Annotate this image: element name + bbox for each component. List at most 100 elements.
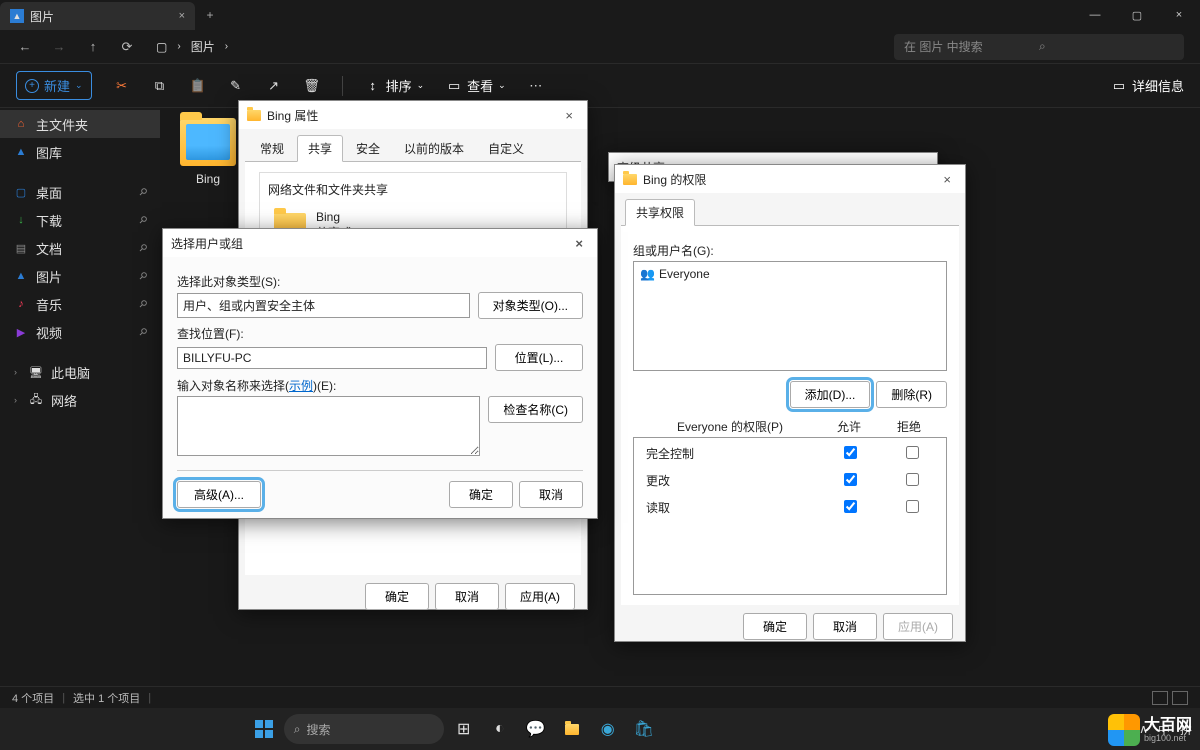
sidebar-item-desktop[interactable]: ▢桌面⚲ (0, 178, 160, 206)
locations-button[interactable]: 位置(L)... (495, 344, 583, 371)
music-icon: ♪ (14, 297, 28, 311)
sidebar-item-downloads[interactable]: ↓下载⚲ (0, 206, 160, 234)
apply-button[interactable]: 应用(A) (883, 613, 953, 640)
tab-custom[interactable]: 自定义 (477, 135, 535, 161)
breadcrumb[interactable]: ▢ › 图片 › (152, 38, 878, 55)
new-tab-button[interactable]: + (195, 0, 225, 30)
tab-general[interactable]: 常规 (249, 135, 295, 161)
sidebar-item-thispc[interactable]: ›🖥此电脑 (0, 358, 160, 386)
sidebar-item-network[interactable]: ›🖧网络 (0, 386, 160, 414)
chat-button[interactable]: 💬 (520, 713, 552, 745)
object-types-button[interactable]: 对象类型(O)... (478, 292, 583, 319)
view-tiles-icon[interactable] (1172, 691, 1188, 705)
allow-read-checkbox[interactable] (844, 500, 857, 513)
deny-change-checkbox[interactable] (906, 473, 919, 486)
chevron-down-icon: ⌄ (75, 80, 83, 91)
user-item-everyone[interactable]: 👥 Everyone (638, 266, 942, 282)
new-button[interactable]: + 新建 ⌄ (16, 71, 92, 100)
deny-full-checkbox[interactable] (906, 446, 919, 459)
delete-icon[interactable]: 🗑 (304, 78, 320, 94)
apply-button[interactable]: 应用(A) (505, 583, 575, 610)
search-input[interactable]: 在 图片 中搜索 ⌕ (894, 34, 1184, 60)
sidebar-item-home[interactable]: ⌂主文件夹 (0, 110, 160, 138)
allow-full-checkbox[interactable] (844, 446, 857, 459)
ok-button[interactable]: 确定 (449, 481, 513, 508)
tray-chevron-icon[interactable]: ∧ (1139, 722, 1148, 736)
view-details-icon[interactable] (1152, 691, 1168, 705)
download-icon: ↓ (14, 213, 28, 227)
check-names-button[interactable]: 检查名称(C) (488, 396, 583, 423)
monitor-icon: ▢ (156, 40, 167, 54)
back-button[interactable]: ← (16, 38, 34, 56)
close-icon[interactable]: × (937, 170, 957, 189)
details-icon: ▭ (1111, 78, 1127, 94)
tab-share-perm[interactable]: 共享权限 (625, 199, 695, 226)
minimize-button[interactable]: — (1074, 0, 1116, 30)
details-button[interactable]: ▭ 详细信息 (1111, 76, 1184, 95)
task-view-button[interactable]: ⊞ (448, 713, 480, 745)
sidebar-item-music[interactable]: ♪音乐⚲ (0, 290, 160, 318)
cancel-button[interactable]: 取消 (519, 481, 583, 508)
close-icon[interactable]: × (569, 234, 589, 253)
window-tab[interactable]: ▲ 图片 × (0, 2, 195, 30)
remove-button[interactable]: 删除(R) (876, 381, 947, 408)
breadcrumb-item[interactable]: 图片 (191, 38, 215, 55)
ime-mode[interactable]: 拼 (1180, 721, 1192, 738)
folder-item-bing[interactable]: Bing (170, 118, 246, 186)
ok-button[interactable]: 确定 (743, 613, 807, 640)
users-listbox[interactable]: 👥 Everyone (633, 261, 947, 371)
dialog-titlebar[interactable]: Bing 属性 × (239, 101, 587, 129)
share-icon[interactable]: ↗ (266, 78, 282, 94)
folder-label: Bing (170, 172, 246, 186)
object-names-input[interactable] (177, 396, 480, 456)
allow-change-checkbox[interactable] (844, 473, 857, 486)
more-button[interactable]: ⋯ (528, 78, 544, 94)
search-icon: ⌕ (294, 722, 301, 737)
sort-icon: ↕ (365, 78, 381, 94)
dialog-buttons: 确定 取消 应用(A) (239, 575, 587, 618)
tab-close-icon[interactable]: × (179, 10, 185, 22)
maximize-button[interactable]: ▢ (1116, 0, 1158, 30)
tab-security[interactable]: 安全 (345, 135, 391, 161)
taskbar-search[interactable]: ⌕搜索 (284, 714, 444, 744)
tab-previous[interactable]: 以前的版本 (393, 135, 475, 161)
advanced-button[interactable]: 高级(A)... (177, 481, 261, 508)
sidebar-item-gallery[interactable]: ▲图库 (0, 138, 160, 166)
window-controls: — ▢ × (1074, 0, 1200, 30)
close-icon[interactable]: × (559, 106, 579, 125)
widgets-button[interactable]: ◐ (484, 713, 516, 745)
rename-icon[interactable]: ✎ (228, 78, 244, 94)
sidebar-item-documents[interactable]: ▤文档⚲ (0, 234, 160, 262)
example-link[interactable]: 示例 (289, 379, 313, 393)
refresh-button[interactable]: ⟳ (118, 38, 136, 56)
dialog-title: Bing 属性 (267, 107, 318, 124)
search-icon: ⌕ (1039, 39, 1174, 54)
paste-icon[interactable]: 📋 (190, 78, 206, 94)
explorer-button[interactable] (556, 713, 588, 745)
cancel-button[interactable]: 取消 (435, 583, 499, 610)
cancel-button[interactable]: 取消 (813, 613, 877, 640)
deny-read-checkbox[interactable] (906, 500, 919, 513)
copy-icon[interactable]: ⧉ (152, 78, 168, 94)
start-button[interactable] (248, 713, 280, 745)
close-button[interactable]: × (1158, 0, 1200, 30)
sidebar-item-pictures[interactable]: ▲图片⚲ (0, 262, 160, 290)
add-button[interactable]: 添加(D)... (790, 381, 871, 408)
edge-button[interactable]: ◉ (592, 713, 624, 745)
home-icon: ⌂ (14, 117, 28, 131)
tab-sharing[interactable]: 共享 (297, 135, 343, 162)
dialog-titlebar[interactable]: 选择用户或组 × (163, 229, 597, 257)
sort-button[interactable]: ↕ 排序 ⌄ (365, 76, 425, 95)
sidebar-item-videos[interactable]: ▶视频⚲ (0, 318, 160, 346)
ime-language[interactable]: 中 (1158, 721, 1170, 738)
object-type-field: 用户、组或内置安全主体 (177, 293, 470, 318)
cut-icon[interactable]: ✂ (114, 78, 130, 94)
search-placeholder: 在 图片 中搜索 (904, 38, 1039, 55)
forward-button[interactable]: → (50, 38, 68, 56)
store-button[interactable]: 🛍 (628, 713, 660, 745)
up-button[interactable]: ↑ (84, 38, 102, 56)
permissions-table: 完全控制 更改 读取 (634, 438, 946, 523)
dialog-titlebar[interactable]: Bing 的权限 × (615, 165, 965, 193)
ok-button[interactable]: 确定 (365, 583, 429, 610)
view-button[interactable]: ▭ 查看 ⌄ (446, 76, 506, 95)
